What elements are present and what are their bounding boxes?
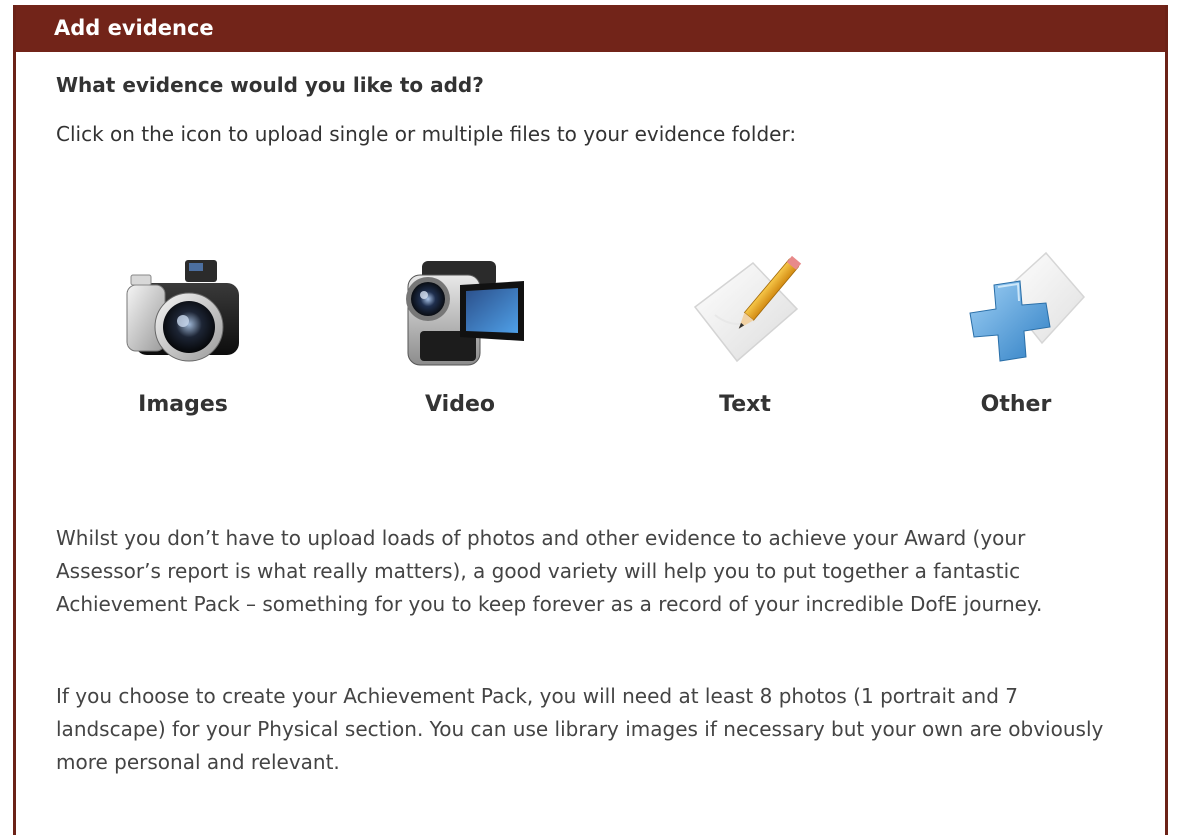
images-label: Images (138, 392, 228, 417)
other-label: Other (980, 392, 1052, 417)
pencil-paper-icon (693, 255, 802, 363)
evidence-question: What evidence would you like to add? (56, 73, 484, 97)
upload-instruction: Click on the icon to upload single or mu… (56, 122, 797, 146)
evidence-explanation-paragraph: Whilst you don’t have to upload loads of… (56, 526, 1043, 616)
plus-icon (969, 251, 1086, 362)
video-option[interactable]: Video (360, 235, 560, 425)
text-label: Text (719, 392, 771, 417)
camera-icon (126, 260, 239, 362)
video-camera-icon (406, 261, 524, 366)
video-label: Video (425, 392, 495, 417)
images-option[interactable]: Images (83, 235, 283, 425)
text-option[interactable]: Text (645, 235, 845, 425)
achievement-pack-paragraph: If you choose to create your Achievement… (56, 684, 1104, 774)
add-evidence-panel: Add evidence What evidence would you lik… (13, 5, 1168, 835)
evidence-type-options: Images Video Text Other (16, 235, 1165, 435)
panel-title: Add evidence (16, 5, 1165, 52)
other-option[interactable]: Other (916, 235, 1116, 425)
